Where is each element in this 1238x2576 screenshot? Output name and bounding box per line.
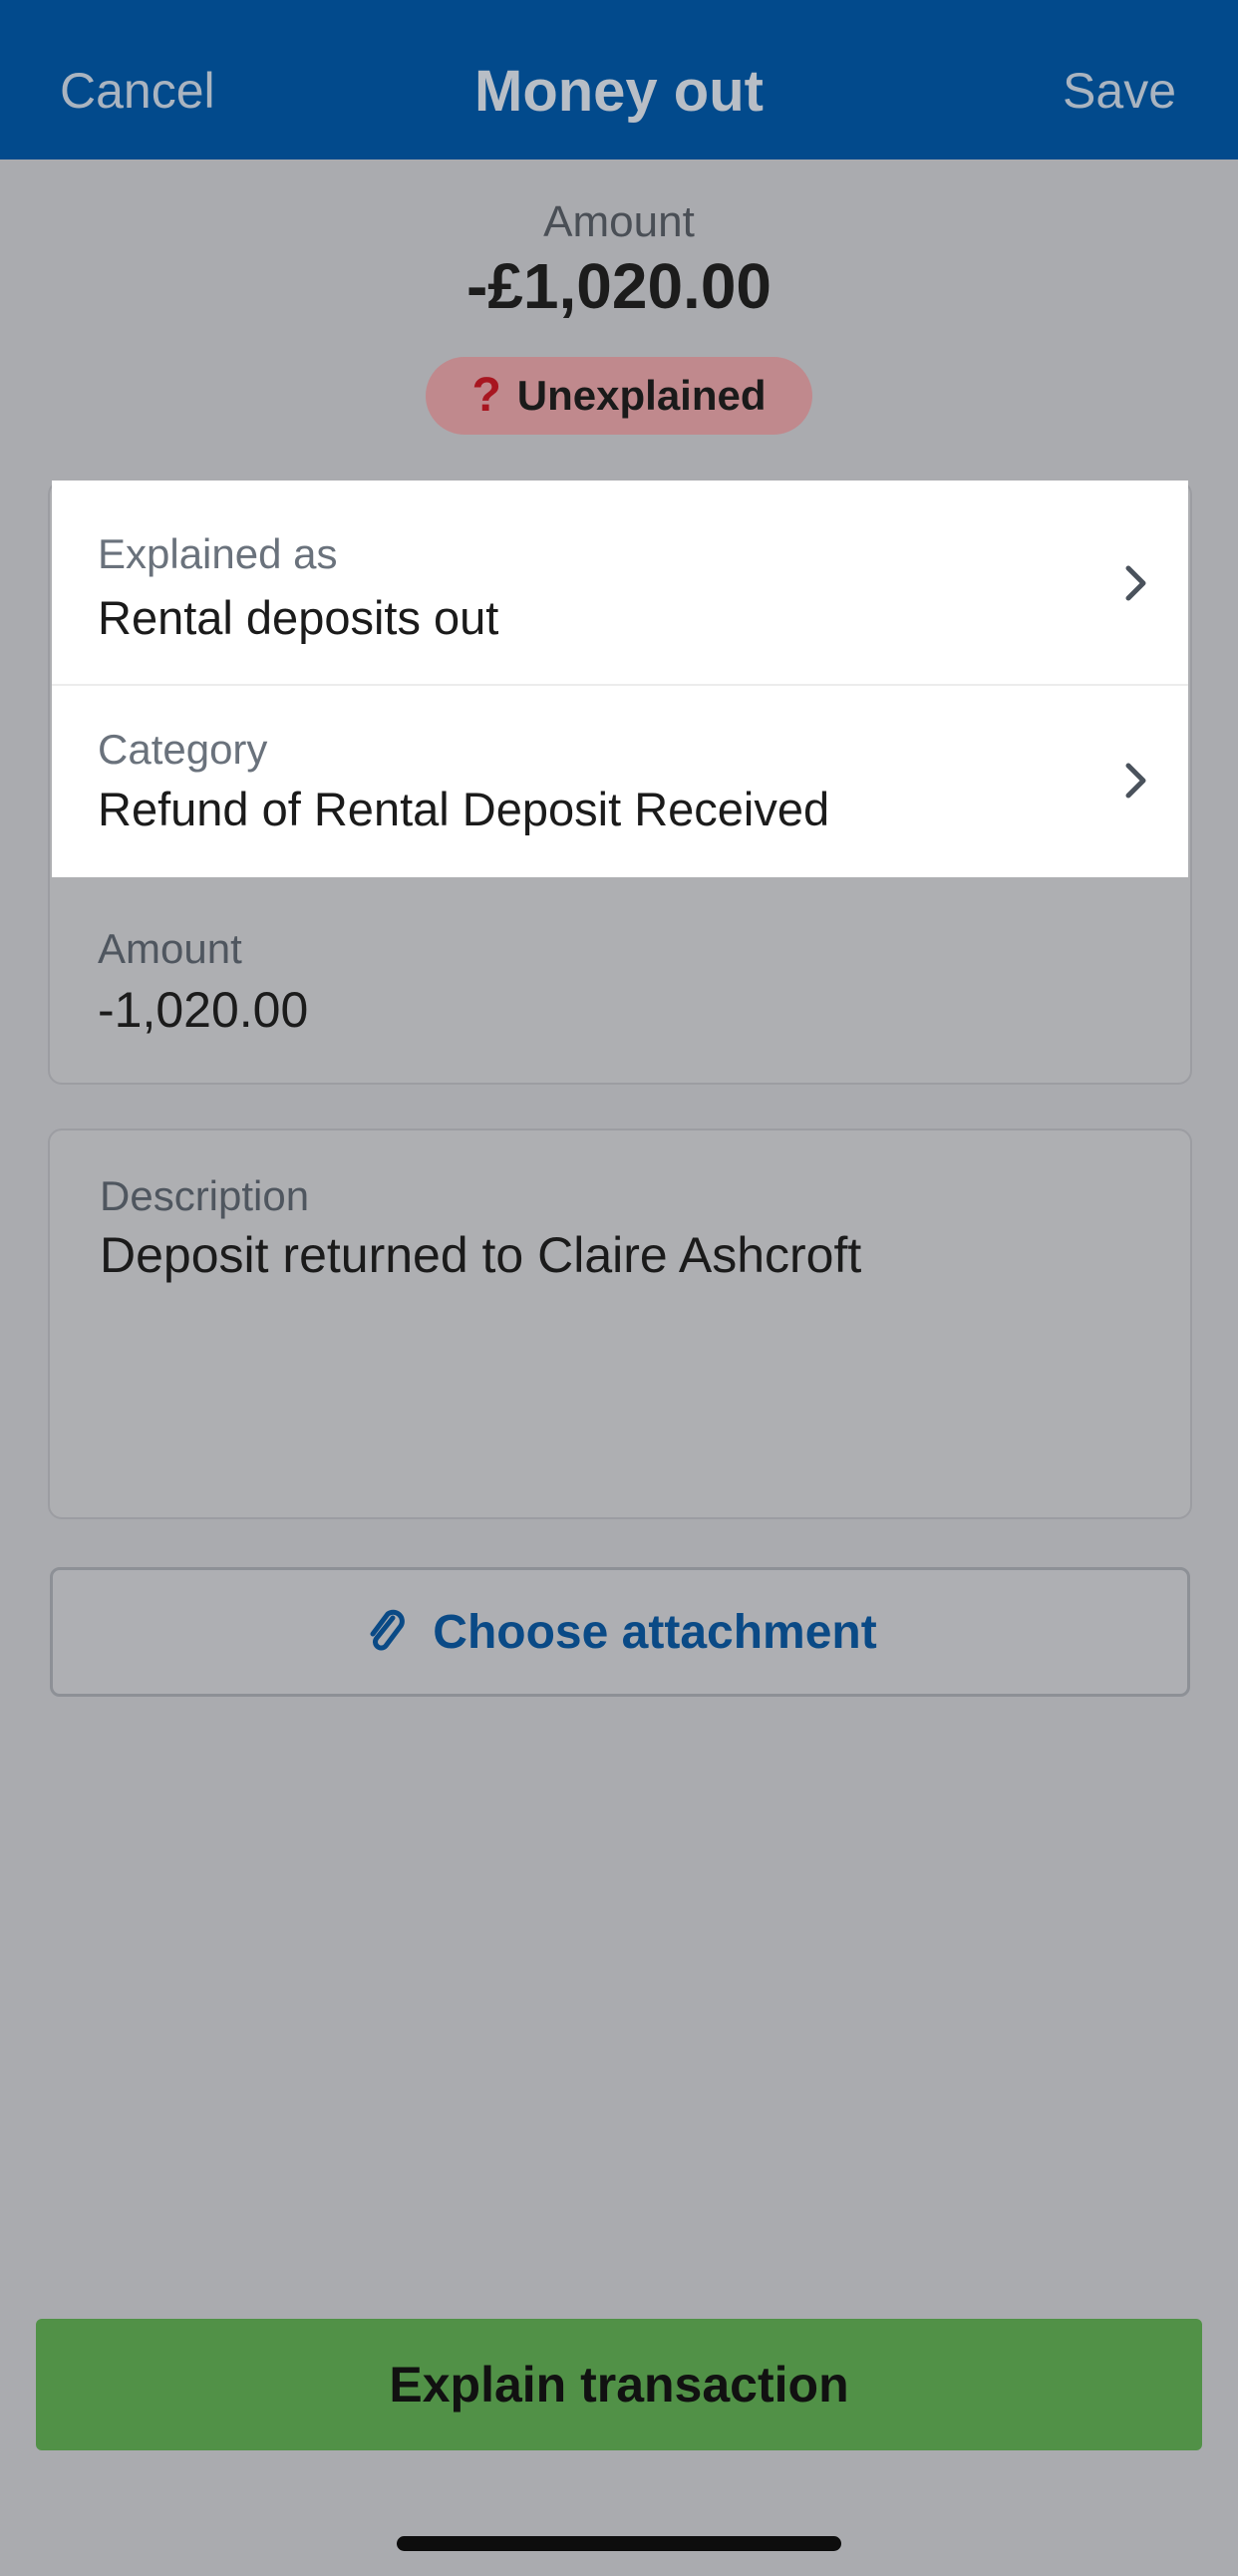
page-title: Money out xyxy=(474,59,764,124)
amount-summary-label: Amount xyxy=(543,197,695,246)
description-label: Description xyxy=(100,1172,310,1219)
choose-attachment-button[interactable]: Choose attachment xyxy=(50,1567,1190,1697)
chevron-right-icon xyxy=(1125,565,1146,601)
status-badge-label: Unexplained xyxy=(516,372,767,419)
save-button[interactable]: Save xyxy=(1063,62,1176,120)
paperclip-icon xyxy=(370,1609,406,1651)
description-field[interactable]: Description Deposit returned to Claire A… xyxy=(48,1128,1192,1519)
explain-transaction-button[interactable]: Explain transaction xyxy=(36,2319,1202,2450)
explained-as-value: Rental deposits out xyxy=(98,591,499,644)
explained-as-label: Explained as xyxy=(98,530,338,577)
category-row[interactable]: Category Refund of Rental Deposit Receiv… xyxy=(52,686,1188,877)
choose-attachment-label: Choose attachment xyxy=(433,1605,877,1659)
nav-header: Cancel Money out Save xyxy=(0,0,1238,160)
amount-summary-value: -£1,020.00 xyxy=(465,250,773,322)
question-mark-icon: ? xyxy=(471,369,501,422)
description-value: Deposit returned to Claire Ashcroft xyxy=(100,1227,862,1283)
amount-field-label: Amount xyxy=(98,925,242,972)
chevron-right-icon xyxy=(1125,763,1146,799)
status-badge: ? Unexplained xyxy=(426,357,812,435)
home-indicator xyxy=(397,2536,841,2551)
amount-field[interactable]: -1,020.00 xyxy=(98,981,308,1039)
category-value: Refund of Rental Deposit Received xyxy=(98,783,830,835)
category-label: Category xyxy=(98,726,268,773)
explained-as-row[interactable]: Explained as Rental deposits out xyxy=(52,481,1188,686)
